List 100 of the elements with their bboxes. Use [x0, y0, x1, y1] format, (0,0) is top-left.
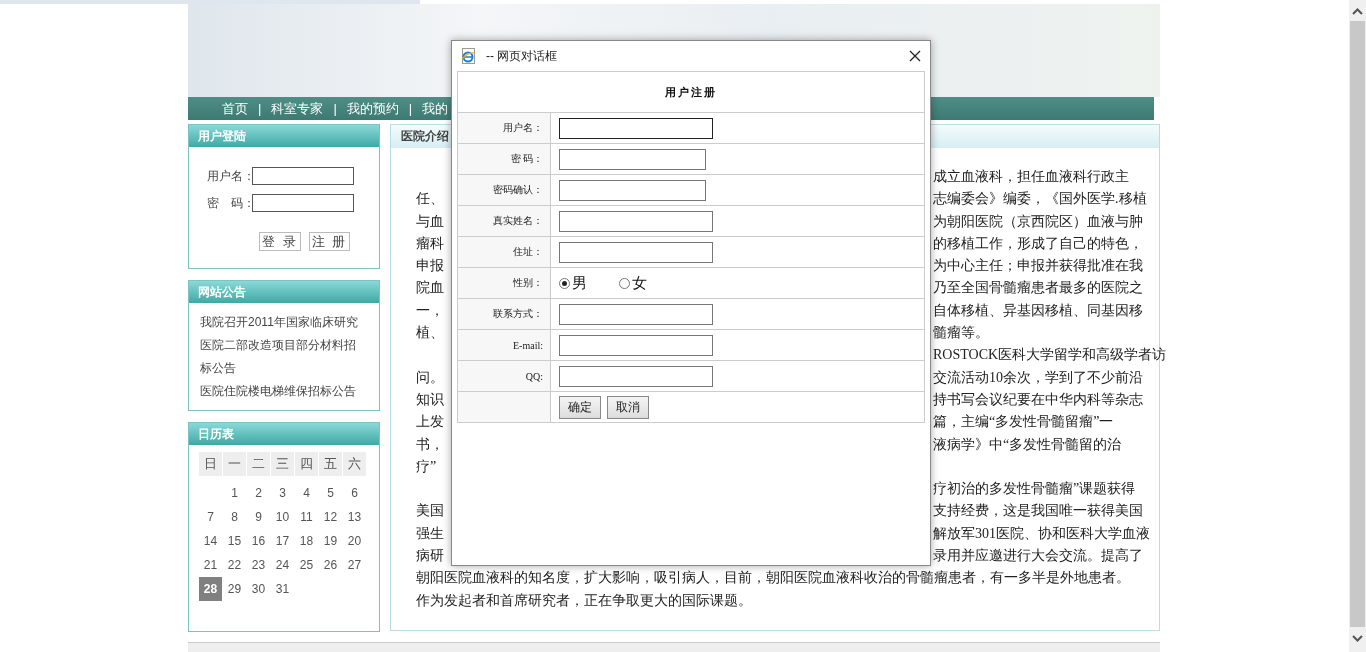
article-text: 作为发起者和首席研究者，正在争取更大的国际课题。: [416, 591, 752, 610]
article-text: 录用并应邀进行大会交流。提高了: [933, 547, 1143, 566]
calendar-day[interactable]: 6: [343, 481, 366, 505]
input-field[interactable]: [559, 334, 713, 356]
calendar-day[interactable]: 19: [319, 529, 342, 553]
article-text: 美国: [416, 502, 444, 521]
calendar-day[interactable]: 31: [271, 577, 294, 601]
calendar-day[interactable]: 2: [247, 481, 270, 505]
calendar-day[interactable]: 24: [271, 553, 294, 577]
article-text: 髓瘤等。: [933, 324, 989, 343]
input-field[interactable]: [559, 210, 713, 232]
article-text: 液病学》中“多发性骨髓留的治: [933, 435, 1122, 454]
article-text: 为中心主任；申报并获得批准在我: [933, 257, 1143, 276]
article-text: 成立血液科，担任血液科行政主: [933, 168, 1129, 186]
article-text: 持书写会议纪要在中华内科等杂志: [933, 390, 1143, 409]
calendar-day[interactable]: 29: [223, 577, 246, 601]
article-text: 病研: [416, 547, 444, 566]
weekday-header: 三: [271, 452, 294, 476]
calendar-day[interactable]: 20: [343, 529, 366, 553]
input-field[interactable]: [559, 365, 713, 387]
scroll-up-icon[interactable]: [1352, 8, 1363, 15]
input-field[interactable]: [559, 148, 706, 170]
notice-link[interactable]: 我院召开2011年国家临床研究: [200, 311, 363, 334]
calendar-day[interactable]: 23: [247, 553, 270, 577]
input-field[interactable]: [559, 117, 713, 139]
article-text: 志编委会》编委，《国外医学.移植: [933, 190, 1147, 209]
article-text: 一，: [416, 301, 444, 320]
article-text: 朝阳医院血液科的知名度，扩大影响，吸引病人，目前，朝阳医院血液科收治的骨髓瘤患者，有一多半是外地患者。: [416, 569, 1130, 588]
article-text: 交流活动10余次，学到了不少前沿: [933, 368, 1143, 387]
calendar-day[interactable]: 3: [271, 481, 294, 505]
nav-link[interactable]: 首页: [216, 99, 254, 118]
calendar-day[interactable]: 8: [223, 505, 246, 529]
article-text: 植、: [416, 324, 444, 343]
weekday-header: 一: [223, 452, 246, 476]
weekday-header: 五: [319, 452, 342, 476]
calendar-day[interactable]: 12: [319, 505, 342, 529]
article-text: 任、: [416, 190, 444, 209]
article-text: 乃至全国骨髓瘤患者最多的医院之: [933, 279, 1143, 298]
calendar-day[interactable]: 26: [319, 553, 342, 577]
scroll-down-icon[interactable]: [1352, 635, 1363, 642]
nav-link[interactable]: 科室专家: [265, 99, 330, 118]
calendar-day[interactable]: 10: [271, 505, 294, 529]
calendar-day[interactable]: 21: [199, 553, 222, 577]
calendar-day[interactable]: 22: [223, 553, 246, 577]
form-button[interactable]: 登 录: [259, 232, 301, 251]
calendar-day[interactable]: 15: [223, 529, 246, 553]
calendar-day[interactable]: 17: [271, 529, 294, 553]
close-button[interactable]: [908, 49, 922, 63]
notice-link[interactable]: 医院住院楼电梯维保招标公告: [200, 380, 363, 403]
field-label: 密 码：: [458, 144, 551, 174]
panel-title: 网站公告: [189, 281, 379, 303]
input-field[interactable]: [559, 303, 713, 325]
form-button[interactable]: 注 册: [308, 232, 351, 251]
calendar-day[interactable]: 27: [343, 553, 366, 577]
calendar-day[interactable]: 18: [295, 529, 318, 553]
calendar-day[interactable]: 13: [343, 505, 366, 529]
panel-title: 日历表: [189, 423, 379, 445]
article-text: 院血: [416, 279, 444, 298]
input-field[interactable]: [559, 179, 706, 201]
radio-label: 女: [632, 273, 647, 293]
calendar-day[interactable]: 5: [319, 481, 342, 505]
nav-link[interactable]: 我的: [416, 99, 455, 118]
input-field[interactable]: [559, 241, 713, 263]
article-text: 自体移植、异基因移植、同基因移: [933, 301, 1143, 320]
nav-link[interactable]: 我的预约: [340, 99, 405, 118]
calendar-day[interactable]: 14: [199, 529, 222, 553]
calendar-day[interactable]: 28: [199, 577, 222, 601]
article-text: 疗初治的多发性骨髓瘤”课题获得: [933, 480, 1136, 499]
field-label: 密码确认：: [458, 175, 551, 205]
calendar-day[interactable]: 7: [199, 505, 222, 529]
calendar-day[interactable]: 4: [295, 481, 318, 505]
input-field[interactable]: [252, 194, 354, 212]
field-label: QQ:: [458, 361, 551, 391]
nav-separator: |: [407, 101, 414, 116]
field-label: 密 码：: [207, 194, 252, 212]
article-text: 知识: [416, 390, 444, 409]
nav-separator: |: [332, 101, 338, 116]
article-text: 强生: [416, 524, 444, 543]
notice-link[interactable]: 医院二部改造项目部分材料招标公告: [200, 334, 363, 380]
calendar-day[interactable]: 25: [295, 553, 318, 577]
article-text: 申报: [416, 257, 444, 276]
calendar-day[interactable]: 30: [247, 577, 270, 601]
calendar-day[interactable]: 16: [247, 529, 270, 553]
page-e-icon: [460, 48, 476, 64]
scrollbar[interactable]: [1349, 0, 1366, 652]
dialog-button[interactable]: 取消: [607, 395, 649, 419]
article-text: 的移植工作，形成了自己的特色，: [933, 234, 1143, 253]
article-text: 疗”: [416, 457, 437, 476]
calendar-day[interactable]: 1: [223, 481, 246, 505]
field-label: 联系方式：: [458, 299, 551, 329]
field-label: 住址：: [458, 237, 551, 267]
dialog-button[interactable]: 确定: [559, 395, 601, 419]
field-label: 用户名：: [458, 113, 551, 143]
input-field[interactable]: [252, 167, 354, 185]
article-text: 瘤科: [416, 234, 444, 253]
calendar-day[interactable]: 11: [295, 505, 318, 529]
calendar-day[interactable]: 9: [247, 505, 270, 529]
article-text: 支持经费，这是我国唯一获得美国: [933, 502, 1143, 521]
dialog-title: -- 网页对话框: [486, 47, 559, 65]
nav-separator: |: [257, 101, 263, 116]
